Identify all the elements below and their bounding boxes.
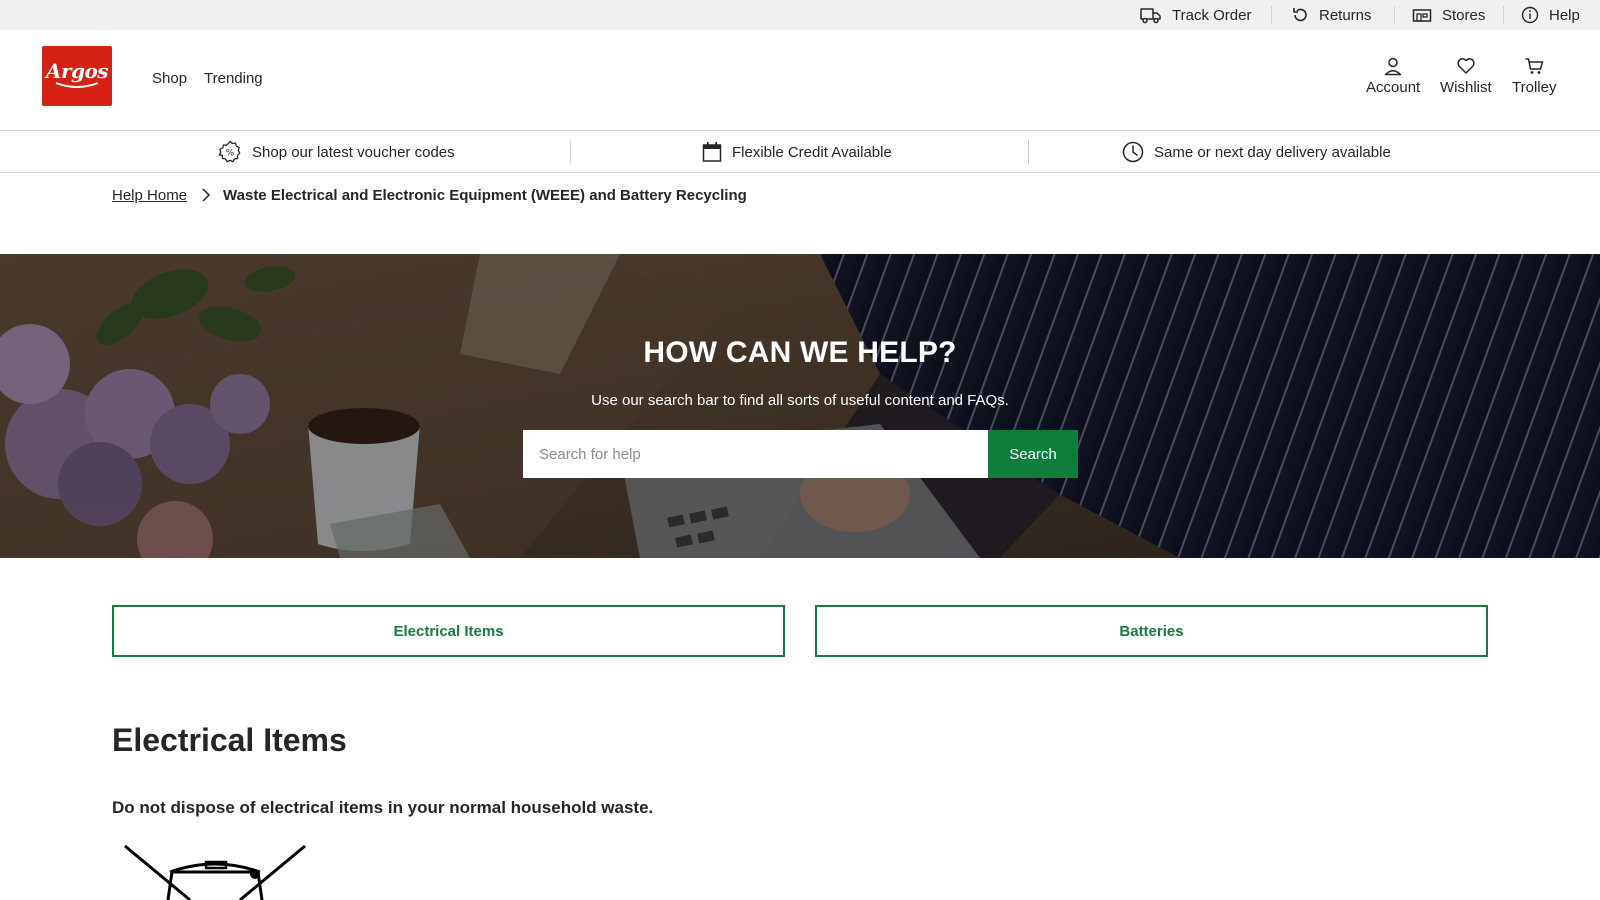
electrical-items-anchor-button[interactable]: Electrical Items [112, 605, 785, 657]
utility-divider [1503, 6, 1504, 24]
logo-swoosh-icon [55, 82, 99, 88]
crossed-out-wheelie-bin-icon [124, 844, 306, 900]
electrical-items-anchor-label: Electrical Items [393, 622, 504, 640]
site-header: Argos Shop Trending Account Wishlist Tro… [0, 30, 1600, 131]
help-link[interactable]: Help [1521, 0, 1580, 30]
help-hero: HOW CAN WE HELP? Use our search bar to f… [0, 254, 1600, 558]
heart-icon [1457, 58, 1475, 74]
nav-trending[interactable]: Trending [204, 70, 263, 87]
clock-icon [1122, 141, 1144, 163]
promo-credit-label: Flexible Credit Available [732, 143, 892, 161]
calendar-icon [702, 142, 722, 162]
hero-subtitle: Use our search bar to find all sorts of … [591, 392, 1009, 409]
hero-title: HOW CAN WE HELP? [643, 336, 957, 369]
truck-icon [1140, 8, 1161, 24]
stores-label: Stores [1442, 6, 1486, 24]
store-icon [1412, 9, 1432, 22]
promo-delivery[interactable]: Same or next day delivery available [1122, 131, 1391, 173]
breadcrumb: Help Home Waste Electrical and Electroni… [112, 184, 747, 206]
help-search-input[interactable] [523, 430, 988, 478]
info-icon [1521, 6, 1539, 24]
track-order-label: Track Order [1172, 6, 1252, 24]
stores-link[interactable]: Stores [1412, 0, 1485, 30]
returns-icon [1293, 8, 1307, 22]
promo-credit[interactable]: Flexible Credit Available [702, 131, 892, 173]
utility-divider [1394, 6, 1395, 24]
promo-vouchers-label: Shop our latest voucher codes [252, 143, 455, 161]
trolley-label: Trolley [1512, 79, 1557, 96]
help-search-button[interactable]: Search [988, 430, 1078, 478]
section-title: Electrical Items [112, 722, 347, 758]
trolley-icon [1525, 58, 1544, 74]
disposal-notice: Do not dispose of electrical items in yo… [112, 798, 654, 817]
utility-divider [1271, 6, 1272, 24]
wishlist-label: Wishlist [1440, 79, 1492, 96]
breadcrumb-current: Waste Electrical and Electronic Equipmen… [223, 186, 747, 204]
trolley-button[interactable]: Trolley [1512, 56, 1556, 96]
promo-divider [570, 140, 571, 164]
breadcrumb-help-home[interactable]: Help Home [112, 187, 187, 204]
nav-shop[interactable]: Shop [152, 70, 187, 87]
batteries-anchor-label: Batteries [1119, 622, 1184, 640]
person-icon [1384, 57, 1402, 76]
help-label: Help [1549, 6, 1580, 24]
svg-text:%: % [226, 149, 235, 159]
utility-bar: Track Order Returns Stores Help [0, 0, 1600, 30]
track-order-link[interactable]: Track Order [1140, 0, 1251, 30]
returns-link[interactable]: Returns [1291, 0, 1372, 30]
account-label: Account [1366, 79, 1421, 96]
logo-text: Argos [45, 59, 109, 83]
chevron-right-icon [202, 188, 211, 202]
account-button[interactable]: Account [1366, 56, 1420, 96]
batteries-anchor-button[interactable]: Batteries [815, 605, 1488, 657]
promo-vouchers[interactable]: % Shop our latest voucher codes [218, 131, 455, 173]
promo-divider [1028, 140, 1029, 164]
promo-bar: % Shop our latest voucher codes Flexible… [0, 131, 1600, 173]
wishlist-button[interactable]: Wishlist [1440, 56, 1492, 96]
returns-label: Returns [1319, 6, 1372, 24]
voucher-badge-icon: % [218, 140, 241, 163]
argos-logo[interactable]: Argos [42, 46, 112, 106]
promo-delivery-label: Same or next day delivery available [1154, 143, 1391, 161]
